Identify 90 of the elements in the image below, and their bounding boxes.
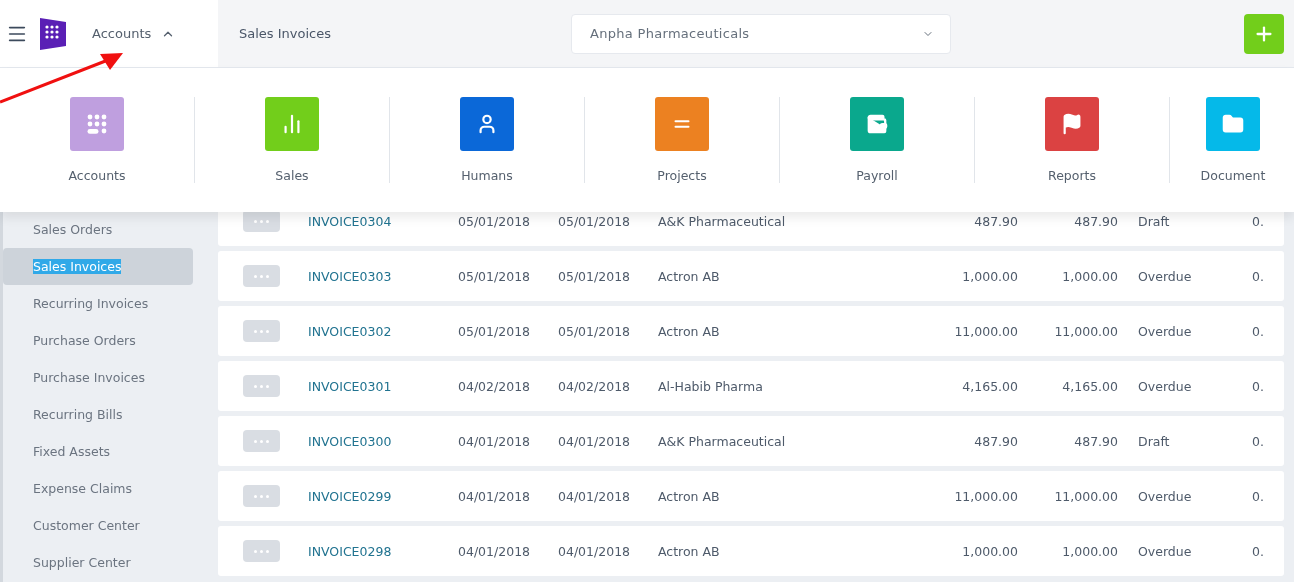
due-date-cell-text: 04/02/2018 <box>558 378 632 394</box>
table-cell-text: 0. <box>1252 488 1265 504</box>
more-button[interactable] <box>243 320 280 342</box>
module-item[interactable]: Sales <box>195 97 390 183</box>
date-cell-text: 05/01/2018 <box>458 213 532 229</box>
flag-icon <box>1061 113 1083 135</box>
company-select[interactable]: Anpha Pharmaceuticals <box>571 13 951 54</box>
balance-cell-text: 487.90 <box>1073 433 1118 449</box>
module-switcher[interactable]: Accounts <box>92 26 176 41</box>
more-button[interactable] <box>243 430 280 452</box>
total-cell-text: 11,000.00 <box>953 323 1018 339</box>
user-icon <box>476 113 498 135</box>
invoice-link[interactable]: INVOICE0299 <box>308 488 458 504</box>
sidebar-item[interactable]: Fixed Assets <box>3 433 193 470</box>
total-cell-text: 1,000.00 <box>961 268 1018 284</box>
total-cell-text: 1,000.00 <box>961 543 1018 559</box>
sidebar-item[interactable]: Purchase Invoices <box>3 359 193 396</box>
date-cell-text: 04/02/2018 <box>458 378 532 394</box>
status-cell-text: Overdue <box>1137 268 1193 284</box>
total-cell-text: 11,000.00 <box>953 488 1018 504</box>
invoice-link[interactable]: INVOICE0298 <box>308 543 458 559</box>
table-cell-text: 0. <box>1252 323 1265 339</box>
invoice-link[interactable]: INVOICE0301 <box>308 378 458 394</box>
balance-cell-text: 11,000.00 <box>1053 323 1118 339</box>
table-cell-text: 0. <box>1252 543 1265 559</box>
due-date-cell-text: 05/01/2018 <box>558 268 632 284</box>
balance-cell-text: 11,000.00 <box>1053 488 1118 504</box>
sidebar-item[interactable]: Customer Center <box>3 507 193 544</box>
more-button[interactable] <box>243 540 280 562</box>
balance-cell-text: 4,165.00 <box>1061 378 1118 394</box>
folder-icon <box>1222 113 1244 135</box>
customer-cell-text: Actron AB <box>658 323 721 339</box>
sidebar-item[interactable]: Supplier Center <box>3 544 193 581</box>
more-button[interactable] <box>243 265 280 287</box>
table-cell-text: 0. <box>1252 213 1265 229</box>
app-logo <box>38 15 68 52</box>
date-cell-text: 05/01/2018 <box>458 268 532 284</box>
sidebar-item[interactable]: Recurring Bills <box>3 396 193 433</box>
status-cell-text: Overdue <box>1137 543 1193 559</box>
due-date-cell-text: 04/01/2018 <box>558 488 632 504</box>
add-button[interactable] <box>1244 13 1284 54</box>
customer-cell-text: Al-Habib Pharma <box>658 378 764 394</box>
more-button[interactable] <box>243 375 280 397</box>
customer-cell-text: A&K Pharmaceutical <box>658 433 787 449</box>
balance-cell-text: 1,000.00 <box>1061 543 1118 559</box>
table-cell-text: 0. <box>1252 433 1265 449</box>
balance-cell-text: 487.90 <box>1073 213 1118 229</box>
module-item[interactable]: Document <box>1170 97 1294 183</box>
date-cell-text: 04/01/2018 <box>458 433 532 449</box>
due-date-cell-text: 05/01/2018 <box>558 323 632 339</box>
due-date-cell-text: 04/01/2018 <box>558 433 632 449</box>
table-cell-text: 0. <box>1252 378 1265 394</box>
module-item[interactable]: Payroll <box>780 97 975 183</box>
balance-cell-text: 1,000.00 <box>1061 268 1118 284</box>
module-item[interactable]: Humans <box>390 97 585 183</box>
sidebar-item[interactable]: Sales Orders <box>3 211 193 248</box>
due-date-cell-text: 04/01/2018 <box>558 543 632 559</box>
more-button[interactable] <box>243 485 280 507</box>
date-cell-text: 04/01/2018 <box>458 543 532 559</box>
status-cell-text: Draft <box>1137 213 1171 229</box>
sidebar-item[interactable]: Expense Claims <box>3 470 193 507</box>
wallet-icon <box>866 113 888 135</box>
total-cell-text: 487.90 <box>973 213 1018 229</box>
sidebar-item[interactable]: Recurring Invoices <box>3 285 193 322</box>
status-cell-text: Overdue <box>1137 488 1193 504</box>
table-cell-text: 0. <box>1252 268 1265 284</box>
grid-icon <box>86 113 108 135</box>
invoice-link[interactable]: INVOICE0300 <box>308 433 458 449</box>
customer-cell-text: Actron AB <box>658 543 721 559</box>
module-item[interactable]: Projects <box>585 97 780 183</box>
module-item[interactable]: Accounts <box>0 97 195 183</box>
status-cell-text: Overdue <box>1137 378 1193 394</box>
more-button[interactable] <box>243 210 280 232</box>
status-cell-text: Draft <box>1137 433 1171 449</box>
customer-cell-text: Actron AB <box>658 268 721 284</box>
invoice-link[interactable]: INVOICE0302 <box>308 323 458 339</box>
sidebar-item[interactable]: Purchase Orders <box>3 322 193 359</box>
date-cell-text: 04/01/2018 <box>458 488 532 504</box>
customer-cell-text: Actron AB <box>658 488 721 504</box>
invoice-link[interactable]: INVOICE0304 <box>308 213 458 229</box>
date-cell-text: 05/01/2018 <box>458 323 532 339</box>
invoice-link[interactable]: INVOICE0303 <box>308 268 458 284</box>
page-title: Sales Invoices <box>239 26 332 41</box>
total-cell-text: 487.90 <box>973 433 1018 449</box>
module-item[interactable]: Reports <box>975 97 1170 183</box>
customer-cell-text: A&K Pharmaceutical <box>658 213 787 229</box>
due-date-cell-text: 05/01/2018 <box>558 213 632 229</box>
total-cell-text: 4,165.00 <box>961 378 1018 394</box>
status-cell-text: Overdue <box>1137 323 1193 339</box>
bar-chart-icon <box>281 113 303 135</box>
